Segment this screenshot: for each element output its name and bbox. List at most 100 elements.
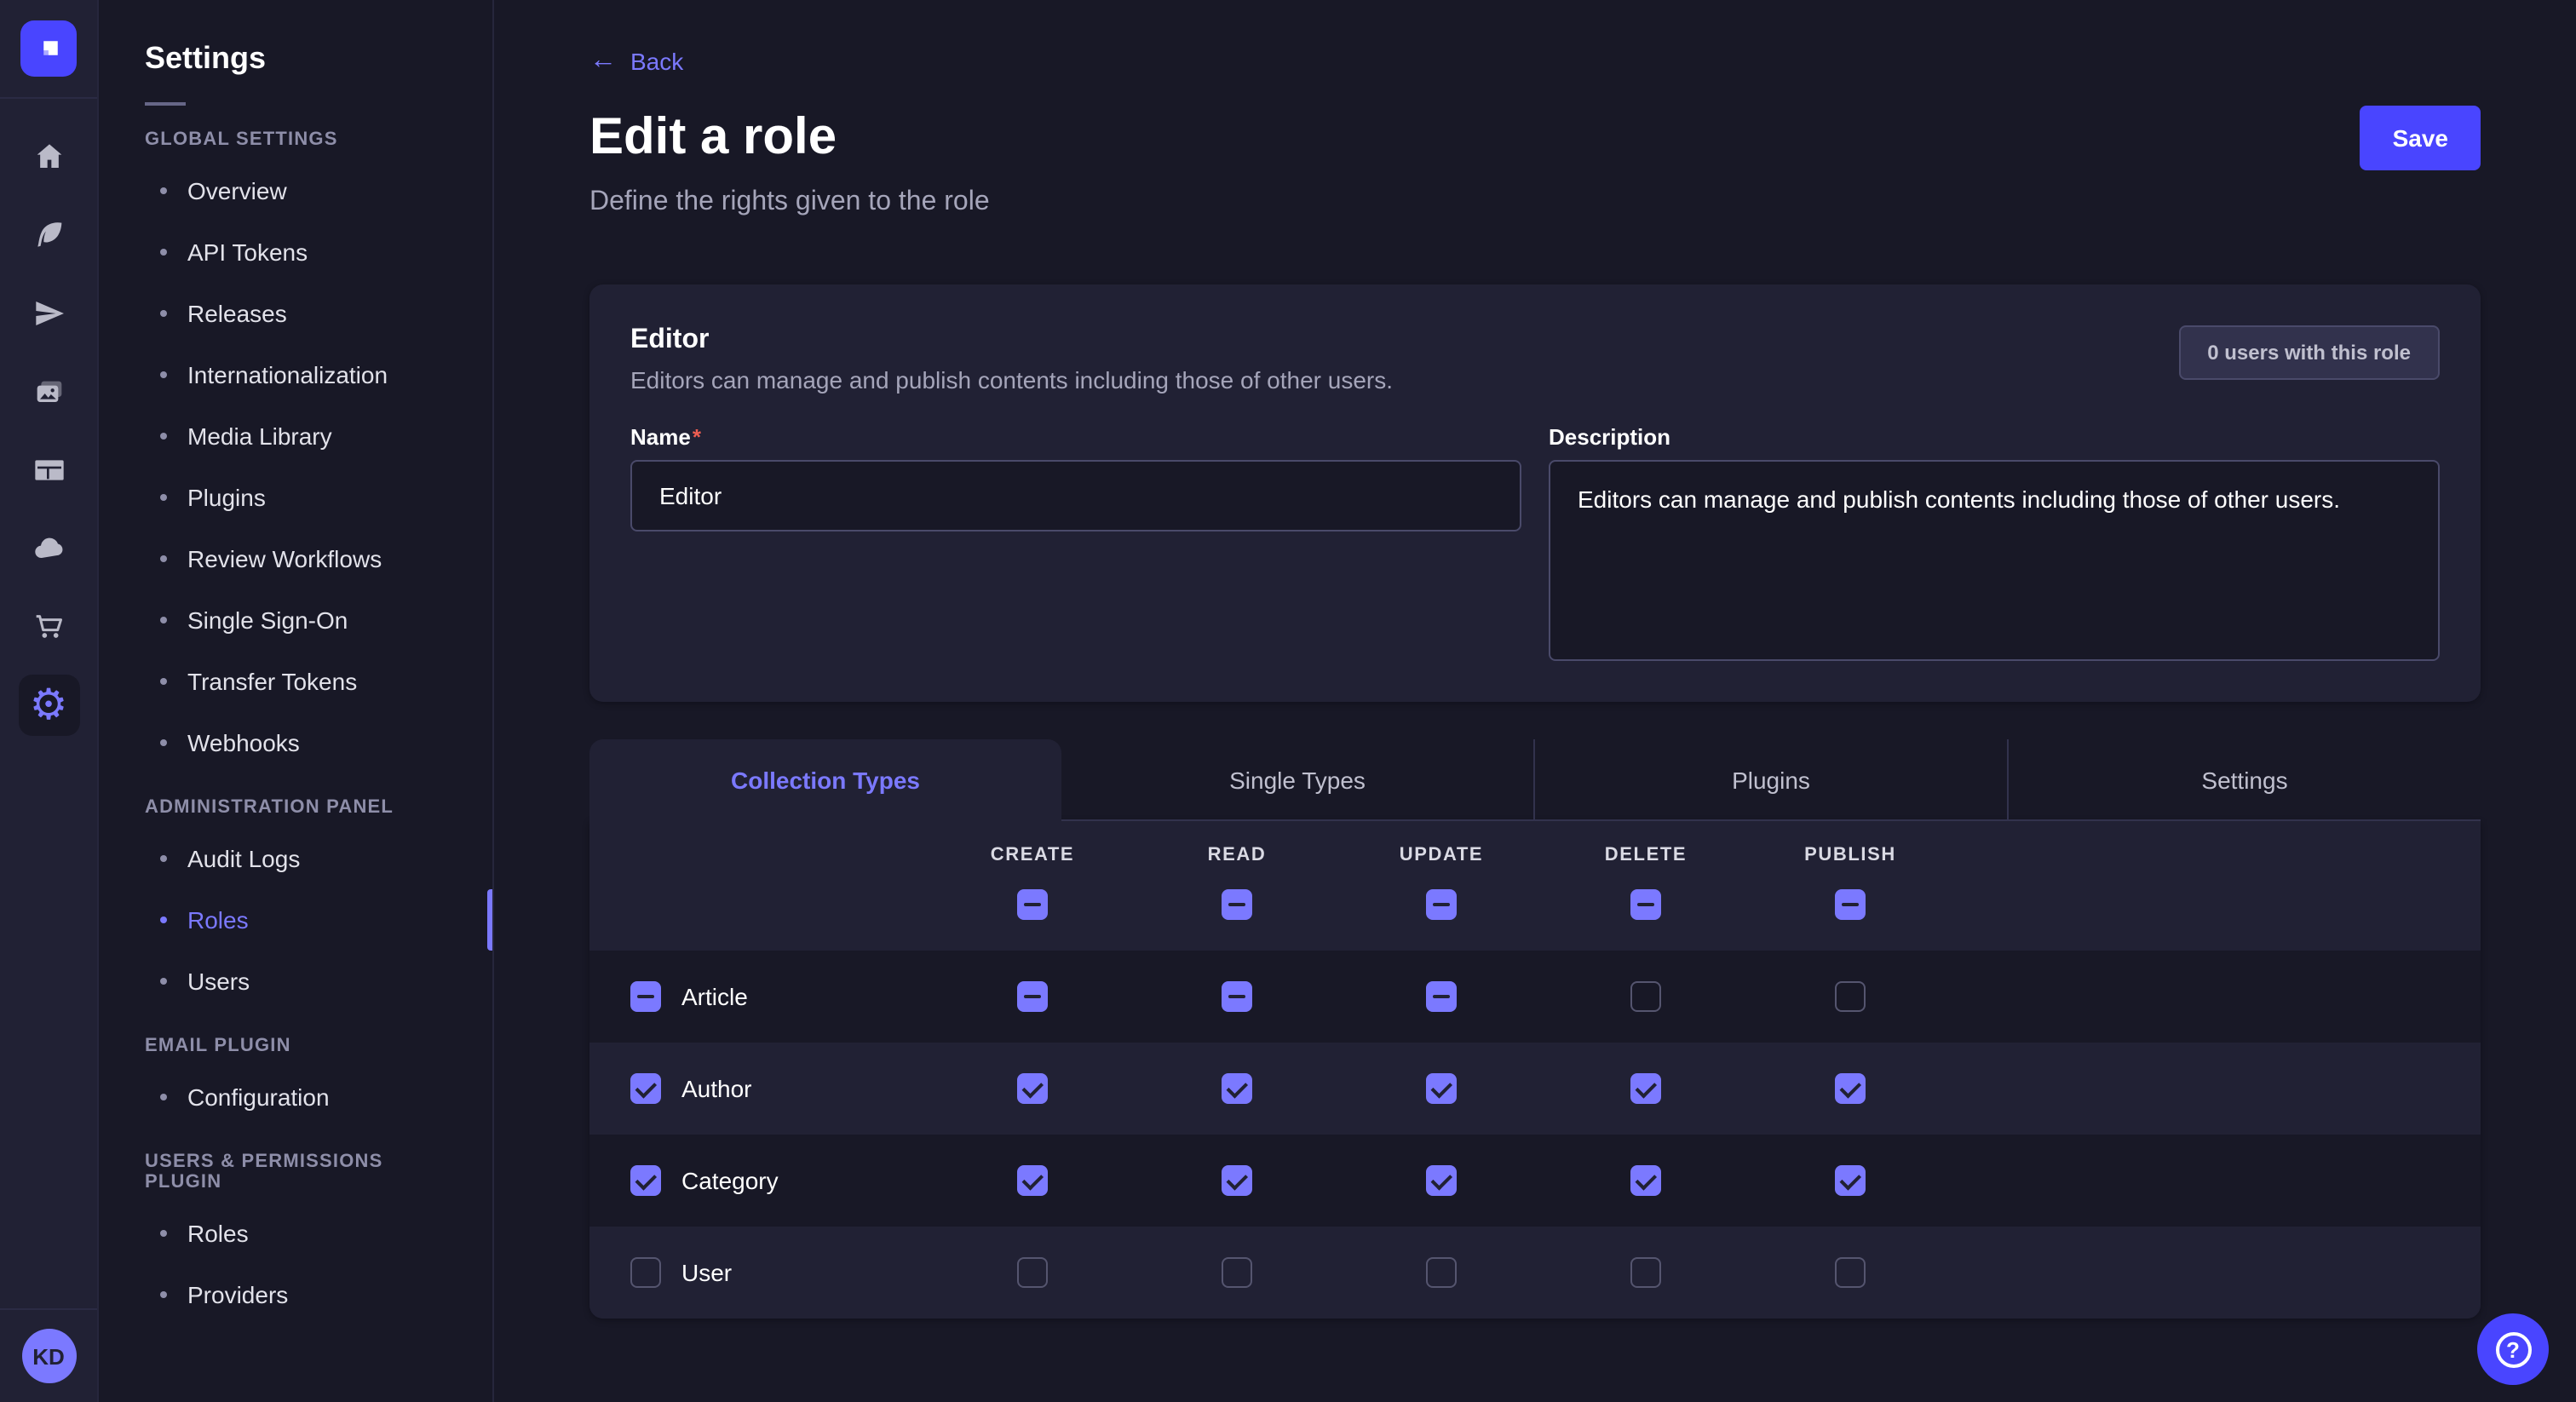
rail-item-cloud[interactable] [18, 518, 79, 579]
section-global-settings: GLOBAL SETTINGS Overview API Tokens Rele… [99, 129, 492, 773]
sidebar-item-configuration[interactable]: Configuration [99, 1066, 492, 1128]
sidebar-item-roles-admin[interactable]: Roles [99, 889, 492, 951]
app-window: ⚙ KD Settings GLOBAL SETTINGS Overview A… [0, 0, 2576, 1402]
role-name-input[interactable] [630, 460, 1521, 531]
users-with-role-badge[interactable]: 0 users with this role [2178, 325, 2440, 380]
select-all-update-checkbox[interactable] [1426, 889, 1457, 920]
rail-icon-list: ⚙ [0, 99, 97, 736]
section-email-plugin: EMAIL PLUGIN Configuration [99, 1036, 492, 1128]
bullet-icon [160, 978, 167, 985]
back-label[interactable]: Back [630, 48, 683, 75]
sidebar-item-users[interactable]: Users [99, 951, 492, 1012]
author-publish-checkbox[interactable] [1835, 1073, 1866, 1104]
sidebar-item-api-tokens[interactable]: API Tokens [99, 221, 492, 283]
rail-item-deploy[interactable] [18, 283, 79, 344]
name-field-label: Name* [630, 424, 1521, 450]
rail-item-content-type-builder[interactable] [18, 440, 79, 501]
rail-item-media-library[interactable] [18, 361, 79, 422]
select-all-read-checkbox[interactable] [1222, 889, 1252, 920]
bullet-icon [160, 1230, 167, 1237]
sidebar-item-transfer-tokens[interactable]: Transfer Tokens [99, 651, 492, 712]
article-create-checkbox[interactable] [1017, 981, 1048, 1012]
row-checkbox-author[interactable] [630, 1073, 661, 1104]
bullet-icon [160, 433, 167, 440]
bullet-icon [160, 678, 167, 685]
main-content: ← Back Edit a role Save Define the right… [494, 0, 2576, 1402]
section-label: USERS & PERMISSIONS PLUGIN [99, 1152, 492, 1192]
tab-collection-types[interactable]: Collection Types [589, 739, 1061, 821]
gear-icon: ⚙ [30, 684, 68, 727]
section-users-permissions-plugin: USERS & PERMISSIONS PLUGIN Roles Provide… [99, 1152, 492, 1325]
bullet-icon [160, 739, 167, 746]
section-label: GLOBAL SETTINGS [99, 129, 492, 150]
row-checkbox-article[interactable] [630, 981, 661, 1012]
column-header-read: READ [1208, 845, 1267, 865]
permissions-table: CREATE READ UPDATE DELETE [589, 821, 2481, 1319]
sidebar-item-plugins[interactable]: Plugins [99, 467, 492, 528]
row-label[interactable]: Category [681, 1167, 779, 1194]
section-label: ADMINISTRATION PANEL [99, 797, 492, 818]
page-title: Edit a role [589, 109, 837, 167]
section-administration-panel: ADMINISTRATION PANEL Audit Logs Roles Us… [99, 797, 492, 1012]
sidebar-item-audit-logs[interactable]: Audit Logs [99, 828, 492, 889]
permission-row-user: User [589, 1227, 2481, 1319]
row-label[interactable]: Article [681, 983, 748, 1010]
article-publish-checkbox[interactable] [1835, 981, 1866, 1012]
user-delete-checkbox[interactable] [1630, 1257, 1661, 1288]
section-label: EMAIL PLUGIN [99, 1036, 492, 1056]
user-publish-checkbox[interactable] [1835, 1257, 1866, 1288]
sidebar-item-webhooks[interactable]: Webhooks [99, 712, 492, 773]
strapi-logo[interactable] [20, 20, 77, 77]
column-header-create: CREATE [991, 845, 1074, 865]
category-delete-checkbox[interactable] [1630, 1165, 1661, 1196]
save-button[interactable]: Save [2360, 106, 2481, 170]
tab-settings[interactable]: Settings [2007, 739, 2481, 821]
author-delete-checkbox[interactable] [1630, 1073, 1661, 1104]
sidebar-item-internationalization[interactable]: Internationalization [99, 344, 492, 405]
user-update-checkbox[interactable] [1426, 1257, 1457, 1288]
settings-title: Settings [145, 41, 451, 77]
article-delete-checkbox[interactable] [1630, 981, 1661, 1012]
article-update-checkbox[interactable] [1426, 981, 1457, 1012]
media-library-icon [32, 375, 66, 409]
bullet-icon [160, 617, 167, 623]
rail-item-settings[interactable]: ⚙ [18, 675, 79, 736]
sidebar-item-review-workflows[interactable]: Review Workflows [99, 528, 492, 589]
user-read-checkbox[interactable] [1222, 1257, 1252, 1288]
rail-item-marketplace[interactable] [18, 596, 79, 658]
sidebar-item-releases[interactable]: Releases [99, 283, 492, 344]
rail-item-content-manager[interactable] [18, 204, 79, 266]
select-all-create-checkbox[interactable] [1017, 889, 1048, 920]
column-header-publish: PUBLISH [1804, 845, 1896, 865]
author-create-checkbox[interactable] [1017, 1073, 1048, 1104]
author-update-checkbox[interactable] [1426, 1073, 1457, 1104]
sidebar-item-media-library[interactable]: Media Library [99, 405, 492, 467]
row-checkbox-user[interactable] [630, 1257, 661, 1288]
back-link[interactable]: ← Back [589, 48, 683, 75]
row-checkbox-category[interactable] [630, 1165, 661, 1196]
bullet-icon [160, 494, 167, 501]
category-create-checkbox[interactable] [1017, 1165, 1048, 1196]
category-publish-checkbox[interactable] [1835, 1165, 1866, 1196]
tab-plugins[interactable]: Plugins [1533, 739, 2007, 821]
row-label[interactable]: User [681, 1259, 732, 1286]
select-all-publish-checkbox[interactable] [1835, 889, 1866, 920]
category-update-checkbox[interactable] [1426, 1165, 1457, 1196]
row-label[interactable]: Author [681, 1075, 752, 1102]
select-all-delete-checkbox[interactable] [1630, 889, 1661, 920]
bullet-icon [160, 187, 167, 194]
author-read-checkbox[interactable] [1222, 1073, 1252, 1104]
user-create-checkbox[interactable] [1017, 1257, 1048, 1288]
user-avatar[interactable]: KD [21, 1329, 76, 1383]
sidebar-item-roles-up[interactable]: Roles [99, 1203, 492, 1264]
category-read-checkbox[interactable] [1222, 1165, 1252, 1196]
sidebar-item-overview[interactable]: Overview [99, 160, 492, 221]
help-button[interactable]: ? [2477, 1313, 2549, 1385]
article-read-checkbox[interactable] [1222, 981, 1252, 1012]
sidebar-item-single-sign-on[interactable]: Single Sign-On [99, 589, 492, 651]
role-description-textarea[interactable]: Editors can manage and publish contents … [1549, 460, 2440, 661]
sidebar-item-providers[interactable]: Providers [99, 1264, 492, 1325]
rail-item-home[interactable] [18, 126, 79, 187]
tab-single-types[interactable]: Single Types [1061, 739, 1533, 821]
bullet-icon [160, 1094, 167, 1100]
